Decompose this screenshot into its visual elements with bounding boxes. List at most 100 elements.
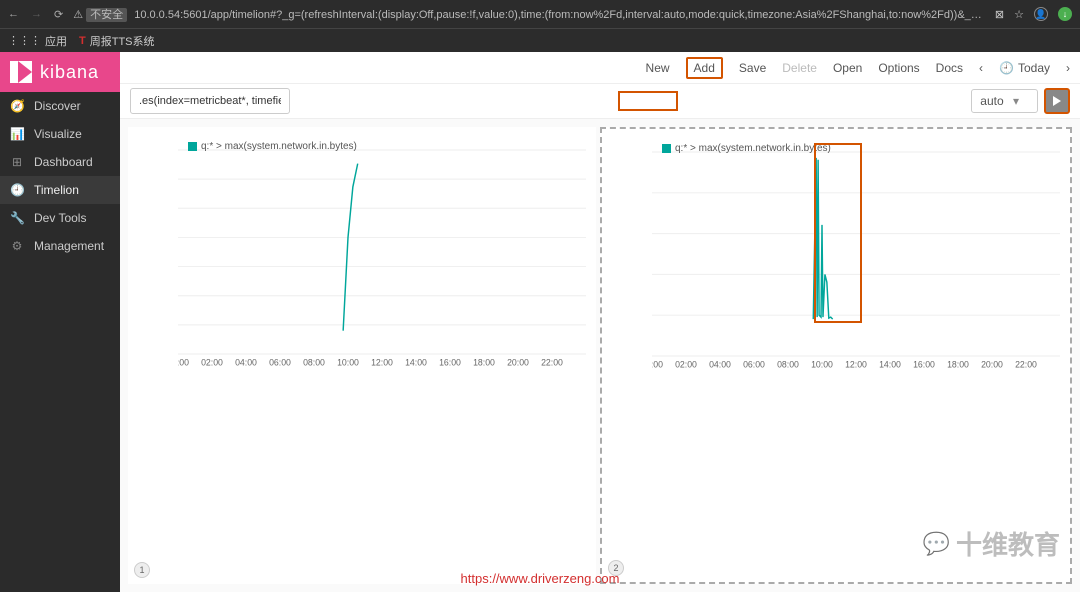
browser-top-bar: ← → ⟳ ⚠ 不安全 10.0.0.54:5601/app/timelion#… [0, 0, 1080, 28]
svg-text:12:00: 12:00 [371, 358, 393, 367]
legend-text: q:* > max(system.network.in.bytes) [675, 143, 831, 154]
new-button[interactable]: New [646, 61, 670, 75]
bookmarks-bar: ⋮⋮⋮ 应用 T 周报TTS系统 [0, 28, 1080, 52]
svg-text:06:00: 06:00 [743, 360, 765, 369]
kibana-logo-icon [10, 61, 32, 83]
sidebar-item-devtools[interactable]: 🔧 Dev Tools [0, 204, 120, 232]
svg-text:20:00: 20:00 [981, 360, 1003, 369]
insecure-label: 不安全 [86, 8, 127, 22]
sidebar-item-discover[interactable]: 🧭 Discover [0, 92, 120, 120]
svg-text:04:00: 04:00 [235, 358, 257, 367]
add-button[interactable]: Add [686, 57, 723, 79]
sidebar: kibana 🧭 Discover 📊 Visualize ⊞ Dashboar… [0, 52, 120, 592]
svg-text:00:00: 00:00 [178, 358, 189, 367]
brand-text: kibana [40, 62, 99, 83]
chart-1-legend: q:* > max(system.network.in.bytes) [188, 141, 357, 152]
bookmark-tts-icon: T [79, 35, 86, 47]
svg-text:02:00: 02:00 [675, 360, 697, 369]
sidebar-item-label: Visualize [34, 127, 82, 141]
svg-text:06:00: 06:00 [269, 358, 291, 367]
time-label: Today [1018, 61, 1050, 75]
charts-area: q:* > max(system.network.in.bytes) 22500… [120, 119, 1080, 592]
legend-swatch-icon [188, 142, 197, 151]
star-icon[interactable]: ☆ [1014, 8, 1024, 21]
sidebar-item-management[interactable]: ⚙ Management [0, 232, 120, 260]
chart-panel-2[interactable]: q:* > max(system.network.in.bytes) 25000… [600, 127, 1072, 584]
extension-icon[interactable]: ↓ [1058, 7, 1072, 21]
annotation-highlight-derivative [618, 91, 678, 111]
svg-text:08:00: 08:00 [777, 360, 799, 369]
save-button[interactable]: Save [739, 61, 766, 75]
prev-time-button[interactable]: ‹ [979, 61, 983, 75]
grid-icon: ⊞ [10, 155, 24, 169]
interval-select[interactable]: auto ▾ [971, 89, 1038, 113]
svg-text:14:00: 14:00 [405, 358, 427, 367]
svg-text:12:00: 12:00 [845, 360, 867, 369]
svg-text:10:00: 10:00 [811, 360, 833, 369]
logo-area[interactable]: kibana [0, 52, 120, 92]
bookmark-tts[interactable]: T 周报TTS系统 [79, 33, 155, 49]
open-button[interactable]: Open [833, 61, 862, 75]
sidebar-item-label: Timelion [34, 183, 79, 197]
run-query-button[interactable] [1044, 88, 1070, 114]
svg-text:00:00: 00:00 [652, 360, 663, 369]
back-icon[interactable]: ← [8, 8, 19, 21]
url-text: 10.0.0.54:5601/app/timelion#?_g=(refresh… [134, 9, 985, 21]
sidebar-item-label: Dashboard [34, 155, 93, 169]
options-button[interactable]: Options [878, 61, 919, 75]
svg-text:02:00: 02:00 [201, 358, 223, 367]
svg-text:20:00: 20:00 [507, 358, 529, 367]
sidebar-item-label: Management [34, 239, 104, 253]
compass-icon: 🧭 [10, 99, 24, 113]
sidebar-item-timelion[interactable]: 🕘 Timelion [0, 176, 120, 204]
translate-icon[interactable]: ⊠ [995, 8, 1004, 21]
apps-shortcut[interactable]: ⋮⋮⋮ 应用 [8, 33, 67, 49]
docs-button[interactable]: Docs [936, 61, 963, 75]
main-content: New Add Save Delete Open Options Docs ‹ … [120, 52, 1080, 592]
legend-swatch-icon [662, 144, 671, 153]
url-bar[interactable]: ⚠ 不安全 10.0.0.54:5601/app/timelion#?_g=(r… [73, 6, 985, 22]
chart-1-badge: 1 [134, 562, 150, 578]
wrench-icon: 🔧 [10, 211, 24, 225]
bookmark-tts-label: 周报TTS系统 [90, 33, 155, 49]
top-toolbar: New Add Save Delete Open Options Docs ‹ … [120, 52, 1080, 84]
chevron-down-icon: ▾ [1013, 94, 1019, 108]
watermark-text: 十维教育 [956, 525, 1060, 562]
sidebar-item-label: Discover [34, 99, 81, 113]
annotation-highlight-chart2 [814, 143, 862, 323]
profile-icon[interactable]: 👤 [1034, 7, 1048, 21]
clock-icon: 🕘 [10, 183, 24, 197]
delete-button[interactable]: Delete [782, 61, 817, 75]
svg-text:04:00: 04:00 [709, 360, 731, 369]
forward-icon[interactable]: → [31, 8, 42, 21]
apps-icon: ⋮⋮⋮ [8, 34, 41, 47]
svg-text:16:00: 16:00 [913, 360, 935, 369]
legend-text: q:* > max(system.network.in.bytes) [201, 141, 357, 152]
next-time-button[interactable]: › [1066, 61, 1070, 75]
svg-text:14:00: 14:00 [879, 360, 901, 369]
time-picker[interactable]: 🕘 Today [999, 61, 1050, 75]
clock-icon: 🕘 [999, 61, 1014, 75]
timelion-query-input[interactable] [130, 88, 290, 114]
footer-url: https://www.driverzeng.com [461, 571, 620, 586]
chart-1-svg: 225000000 222500000 220000000 217500000 … [178, 137, 586, 367]
svg-text:08:00: 08:00 [303, 358, 325, 367]
svg-text:16:00: 16:00 [439, 358, 461, 367]
reload-icon[interactable]: ⟳ [54, 8, 63, 21]
query-row: auto ▾ [120, 84, 1080, 119]
wechat-icon: 💬 [923, 531, 950, 557]
svg-text:22:00: 22:00 [1015, 360, 1037, 369]
chart-panel-1[interactable]: q:* > max(system.network.in.bytes) 22500… [128, 127, 596, 584]
gear-icon: ⚙ [10, 239, 24, 253]
watermark: 💬 十维教育 [923, 525, 1060, 562]
svg-text:18:00: 18:00 [473, 358, 495, 367]
sidebar-item-label: Dev Tools [34, 211, 86, 225]
svg-text:10:00: 10:00 [337, 358, 359, 367]
play-icon [1053, 96, 1061, 106]
svg-text:22:00: 22:00 [541, 358, 563, 367]
sidebar-item-visualize[interactable]: 📊 Visualize [0, 120, 120, 148]
svg-text:18:00: 18:00 [947, 360, 969, 369]
interval-value: auto [980, 94, 1003, 108]
sidebar-item-dashboard[interactable]: ⊞ Dashboard [0, 148, 120, 176]
apps-label: 应用 [45, 33, 67, 49]
